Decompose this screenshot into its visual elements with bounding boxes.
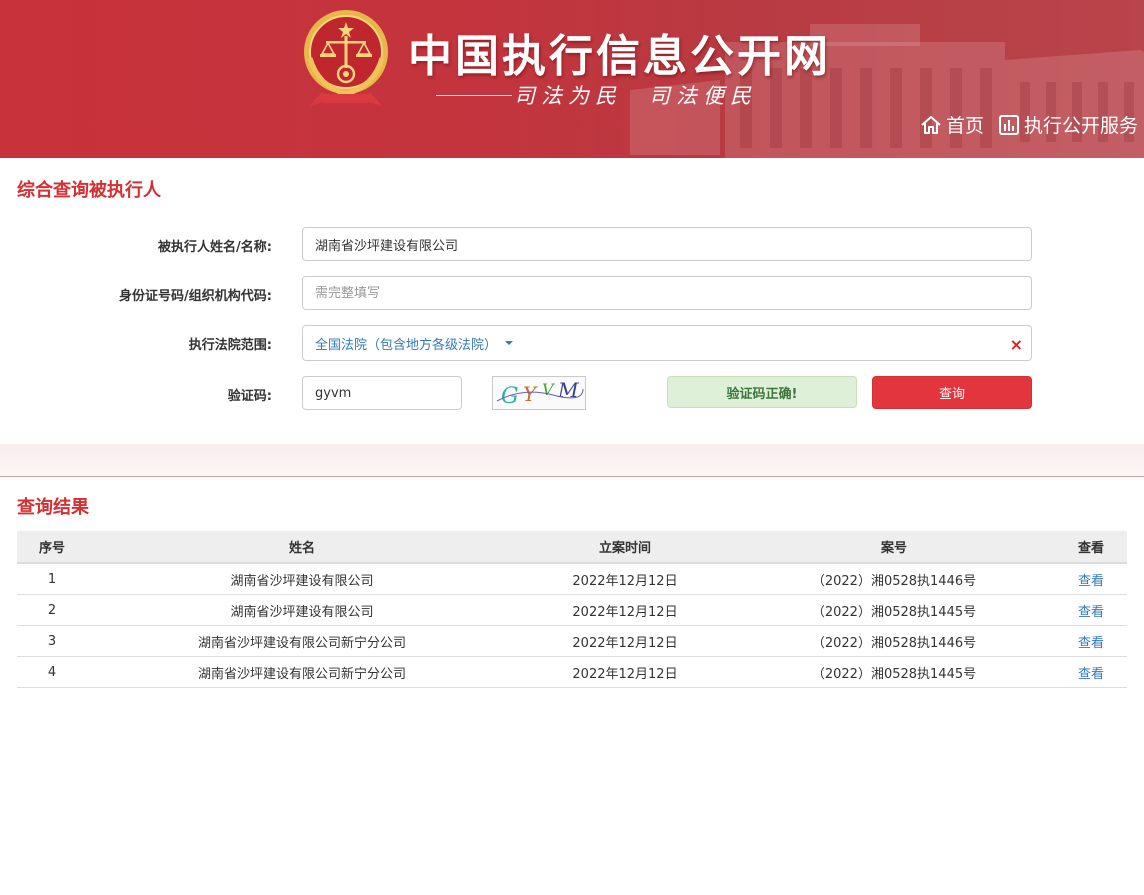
- table-row: 1 湖南省沙坪建设有限公司 2022年12月12日 （2022）湘0528执14…: [17, 563, 1127, 595]
- row-index: 1: [17, 563, 87, 595]
- svg-text:Y: Y: [523, 382, 538, 406]
- col-case-header: 案号: [733, 531, 1055, 564]
- row-case-number: （2022）湘0528执1445号: [733, 594, 1055, 626]
- row-view-cell: 查看: [1055, 563, 1127, 595]
- name-label: 被执行人姓名/名称:: [158, 240, 272, 255]
- row-date: 2022年12月12日: [517, 656, 733, 688]
- table-row: 2 湖南省沙坪建设有限公司 2022年12月12日 （2022）湘0528执14…: [17, 594, 1127, 626]
- table-row: 3 湖南省沙坪建设有限公司新宁分公司 2022年12月12日 （2022）湘05…: [17, 625, 1127, 657]
- row-date: 2022年12月12日: [517, 563, 733, 595]
- view-link[interactable]: 查看: [1078, 636, 1104, 651]
- nav-home-label: 首页: [946, 115, 985, 137]
- nav-home[interactable]: 首页: [920, 111, 984, 138]
- row-view-cell: 查看: [1055, 656, 1127, 688]
- court-range-select[interactable]: 全国法院（包含地方各级法院） ×: [302, 325, 1032, 361]
- search-section-title: 综合查询被执行人: [17, 180, 161, 201]
- view-link[interactable]: 查看: [1078, 605, 1104, 620]
- id-label: 身份证号码/组织机构代码:: [119, 289, 272, 304]
- court-emblem-icon: [304, 10, 388, 106]
- row-case-number: （2022）湘0528执1446号: [733, 625, 1055, 657]
- svg-text:V: V: [542, 380, 555, 399]
- row-index: 3: [17, 625, 87, 657]
- row-date: 2022年12月12日: [517, 594, 733, 626]
- row-date: 2022年12月12日: [517, 625, 733, 657]
- row-index: 4: [17, 656, 87, 688]
- row-name: 湖南省沙坪建设有限公司: [87, 563, 517, 595]
- name-input[interactable]: [315, 236, 1019, 252]
- site-header: 中国执行信息公开网 司法为民 司法便民 首页 执行公开服务: [0, 0, 1144, 158]
- results-table: 序号 姓名 立案时间 案号 查看 1 湖南省沙坪建设有限公司 2022年12月1…: [17, 531, 1127, 688]
- svg-text:M: M: [557, 378, 579, 402]
- name-field[interactable]: [302, 227, 1032, 261]
- captcha-image[interactable]: G Y V M: [492, 376, 586, 410]
- nav-service[interactable]: 执行公开服务: [998, 111, 1138, 138]
- captcha-label: 验证码:: [227, 389, 272, 404]
- row-case-number: （2022）湘0528执1446号: [733, 563, 1055, 595]
- results-header-row: 序号 姓名 立案时间 案号 查看: [17, 531, 1127, 564]
- col-view-header: 查看: [1055, 531, 1127, 564]
- captcha-input[interactable]: [315, 385, 449, 401]
- slogan-divider: [436, 95, 512, 96]
- results-section-title: 查询结果: [17, 497, 89, 518]
- query-button[interactable]: 查询: [872, 376, 1032, 409]
- court-range-value: 全国法院（包含地方各级法院）: [315, 337, 498, 353]
- site-title: 中国执行信息公开网: [408, 31, 831, 82]
- home-icon: [921, 115, 941, 134]
- court-label: 执行法院范围:: [188, 338, 272, 353]
- id-number-input[interactable]: [315, 285, 1019, 301]
- row-name: 湖南省沙坪建设有限公司新宁分公司: [87, 625, 517, 657]
- row-index: 2: [17, 594, 87, 626]
- captcha-field[interactable]: [302, 376, 462, 410]
- row-view-cell: 查看: [1055, 594, 1127, 626]
- col-index-header: 序号: [17, 531, 87, 564]
- row-case-number: （2022）湘0528执1445号: [733, 656, 1055, 688]
- captcha-status-badge: 验证码正确!: [667, 376, 857, 408]
- view-link[interactable]: 查看: [1078, 667, 1104, 682]
- view-link[interactable]: 查看: [1078, 574, 1104, 589]
- nav-service-label: 执行公开服务: [1024, 115, 1139, 137]
- bar-chart-icon: [999, 114, 1019, 135]
- col-date-header: 立案时间: [517, 531, 733, 564]
- col-name-header: 姓名: [87, 531, 517, 564]
- row-view-cell: 查看: [1055, 625, 1127, 657]
- row-name: 湖南省沙坪建设有限公司新宁分公司: [87, 656, 517, 688]
- caret-down-icon: [505, 341, 514, 345]
- section-divider-band: [0, 444, 1144, 477]
- id-field[interactable]: [302, 276, 1032, 310]
- svg-text:G: G: [501, 384, 519, 409]
- close-icon[interactable]: ×: [1010, 337, 1023, 353]
- row-name: 湖南省沙坪建设有限公司: [87, 594, 517, 626]
- site-slogan: 司法为民 司法便民: [514, 84, 757, 108]
- table-row: 4 湖南省沙坪建设有限公司新宁分公司 2022年12月12日 （2022）湘05…: [17, 656, 1127, 688]
